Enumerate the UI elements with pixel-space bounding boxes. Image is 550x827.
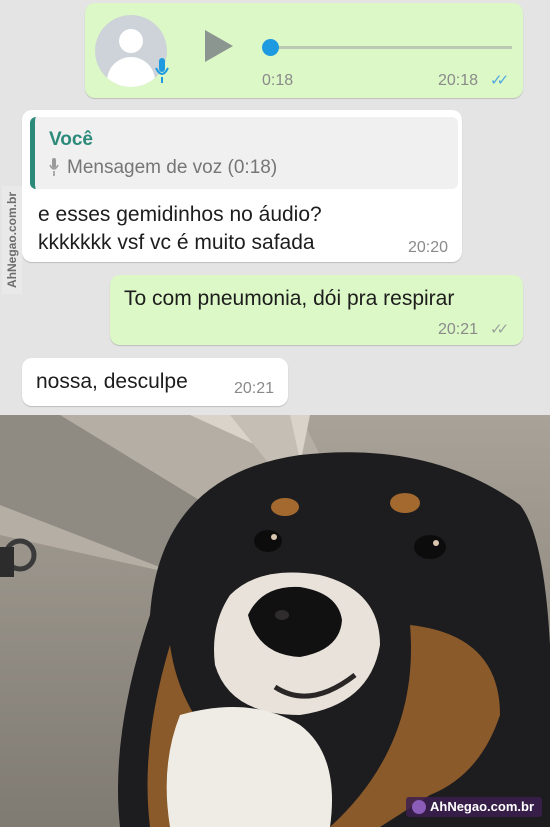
mic-icon	[49, 158, 59, 176]
audio-seek-track[interactable]	[268, 46, 512, 49]
pneumonia-time: 20:21	[438, 321, 479, 338]
play-button[interactable]	[205, 30, 233, 62]
double-check-read-icon: ✓✓	[490, 72, 509, 89]
double-check-delivered-icon: ✓✓	[490, 321, 509, 338]
reply-line-1: e esses gemidinhos no áudio?	[38, 203, 322, 226]
sorry-text: nossa, desculpe	[36, 370, 188, 393]
sorry-time: 20:21	[234, 380, 275, 397]
dog-illustration	[0, 415, 550, 827]
logo-icon	[411, 800, 426, 814]
corner-watermark: AhNegao.com.br	[405, 797, 542, 817]
voice-duration: 0:18	[262, 72, 294, 89]
dog-photo: AhNegao.com.br	[0, 415, 550, 827]
quoted-message[interactable]: Você Mensagem de voz (0:18)	[30, 117, 458, 189]
audio-seek-knob[interactable]	[262, 39, 279, 56]
reply-line-2: kkkkkkk vsf vc é muito safada	[38, 231, 315, 254]
quote-author: Você	[49, 129, 94, 150]
chat-background: 0:18 20:18 ✓✓ Você Mensagem de voz (0:18…	[0, 0, 550, 415]
voice-time: 20:18	[438, 72, 479, 89]
mic-icon	[155, 58, 169, 83]
side-watermark: AhNegao.com.br	[2, 186, 22, 294]
reply-time: 20:20	[408, 239, 449, 256]
pneumonia-text: To com pneumonia, dói pra respirar	[124, 287, 455, 310]
quote-text: Mensagem de voz (0:18)	[67, 157, 278, 178]
